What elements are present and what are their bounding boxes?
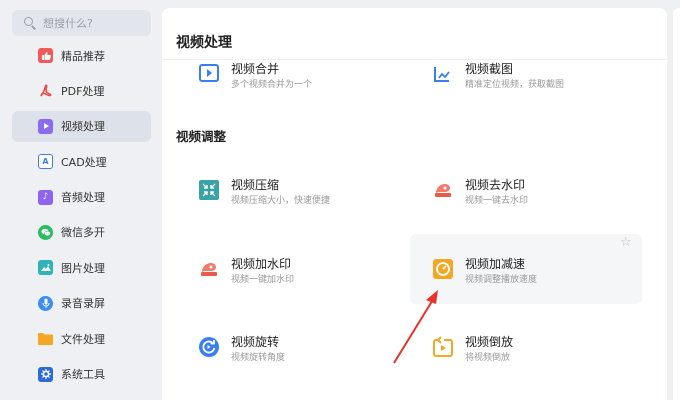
sidebar-item-record[interactable]: 录音录屏	[12, 288, 151, 319]
page-title: 视频处理	[176, 35, 232, 51]
thumbs-up-icon	[38, 48, 53, 63]
wechat-icon	[38, 224, 53, 240]
cad-icon: A	[38, 154, 53, 170]
tool-video-screenshot[interactable]: 视频截图 精准定位视频，获取截图	[432, 62, 564, 92]
header: 视频处理	[162, 8, 667, 60]
tool-name: 视频合并	[231, 62, 280, 76]
sidebar-item-recommend[interactable]: 精品推荐	[12, 40, 151, 71]
sidebar-item-cad[interactable]: A CAD处理	[12, 146, 151, 177]
tool-desc: 视频调整播放速度	[465, 275, 538, 285]
sidebar-item-label: 系统工具	[61, 368, 105, 382]
tool-desc: 精准定位视频，获取截图	[465, 80, 565, 90]
sidebar-item-label: 图片处理	[61, 261, 105, 275]
sidebar-item-wechat[interactable]: 微信多开	[12, 217, 151, 248]
remove-watermark-icon	[432, 179, 454, 201]
tool-video-add-watermark[interactable]: 视频加水印 视频一键加水印	[198, 257, 294, 287]
sidebar-item-label: 音频处理	[61, 191, 105, 205]
rotate-icon	[198, 336, 220, 358]
tool-desc: 将视频倒放	[465, 353, 511, 363]
folder-icon	[38, 331, 53, 346]
sidebar-item-label: 视频处理	[61, 120, 105, 134]
compress-icon	[198, 179, 220, 201]
sidebar-item-file[interactable]: 文件处理	[12, 323, 151, 354]
tool-name: 视频倒放	[465, 335, 514, 349]
sidebar-item-video[interactable]: 视频处理	[12, 110, 151, 142]
tool-name: 视频截图	[465, 62, 514, 76]
image-icon	[38, 260, 53, 276]
play-icon	[38, 118, 53, 134]
tool-name: 视频压缩	[231, 178, 280, 192]
tool-desc: 视频一键去水印	[465, 196, 529, 206]
sidebar-item-label: 微信多开	[61, 226, 105, 240]
tool-name: 视频去水印	[465, 178, 526, 192]
speed-icon	[432, 258, 454, 280]
sidebar-nav: 精品推荐 PDF处理 视频处理 A CAD处理 ♪ 音频处理 微信多开 图片处理…	[12, 40, 151, 394]
sidebar-item-label: 录音录屏	[61, 297, 105, 311]
search-icon	[24, 17, 36, 29]
sidebar-item-label: 文件处理	[61, 332, 105, 346]
sidebar-item-audio[interactable]: ♪ 音频处理	[12, 182, 151, 213]
merge-icon	[198, 63, 220, 85]
music-icon: ♪	[38, 189, 53, 205]
sidebar-item-label: CAD处理	[61, 155, 107, 169]
tool-name: 视频旋转	[231, 335, 280, 349]
section-title: 视频调整	[176, 129, 227, 144]
sidebar-item-label: PDF处理	[61, 84, 105, 98]
right-panel-edge	[673, 8, 680, 400]
tool-video-compress[interactable]: 视频压缩 视频压缩大小，快速便捷	[198, 178, 330, 208]
gear-icon	[38, 366, 53, 382]
tool-desc: 视频一键加水印	[231, 275, 295, 285]
microphone-icon	[38, 295, 53, 311]
tool-desc: 视频旋转角度	[231, 353, 286, 363]
search-box[interactable]	[12, 10, 151, 36]
search-input[interactable]	[43, 16, 143, 30]
main-panel: 视频合并 多个视频合并为一个 视频截图 精准定位视频，获取截图 视频处理 视频调…	[162, 8, 667, 400]
tool-video-remove-watermark[interactable]: 视频去水印 视频一键去水印	[432, 178, 528, 208]
tool-video-rotate[interactable]: 视频旋转 视频旋转角度	[198, 335, 285, 365]
sidebar: 精品推荐 PDF处理 视频处理 A CAD处理 ♪ 音频处理 微信多开	[0, 0, 162, 400]
tool-desc: 视频压缩大小，快速便捷	[231, 196, 331, 206]
add-watermark-icon	[198, 258, 220, 280]
pdf-icon	[38, 83, 53, 98]
tool-video-speed[interactable]: 视频加减速 视频调整播放速度	[432, 257, 537, 287]
tool-name: 视频加水印	[231, 257, 292, 271]
sidebar-item-label: 精品推荐	[61, 49, 105, 63]
star-icon[interactable]: ☆	[620, 236, 634, 250]
screenshot-icon	[432, 63, 454, 85]
tool-video-merge[interactable]: 视频合并 多个视频合并为一个	[198, 62, 312, 92]
annotation-arrow	[393, 290, 438, 364]
sidebar-item-system[interactable]: 系统工具	[12, 359, 151, 390]
sidebar-item-pdf[interactable]: PDF处理	[12, 75, 151, 106]
tool-desc: 多个视频合并为一个	[231, 80, 313, 90]
scrolled-row: 视频合并 多个视频合并为一个 视频截图 精准定位视频，获取截图	[162, 58, 667, 102]
sidebar-item-image[interactable]: 图片处理	[12, 252, 151, 283]
tool-name: 视频加减速	[465, 257, 526, 271]
